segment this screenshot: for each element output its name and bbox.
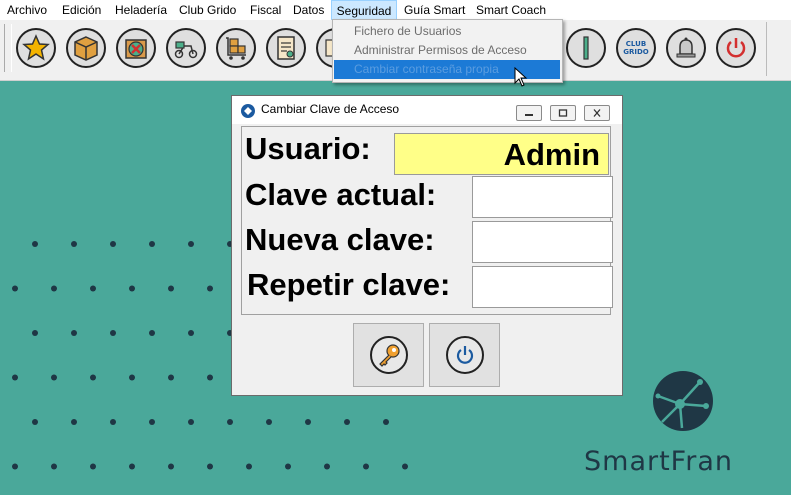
- menu-fiscal[interactable]: Fiscal: [246, 0, 285, 20]
- usuario-field: Admin: [394, 133, 609, 175]
- menu-bar: Archivo Edición Heladería Club Grido Fis…: [0, 0, 791, 21]
- key-icon: [378, 344, 400, 367]
- close-icon: [593, 109, 601, 117]
- close-button[interactable]: [584, 105, 610, 121]
- cancel-box-button[interactable]: [116, 28, 156, 68]
- menu-seguridad[interactable]: Seguridad: [331, 0, 397, 20]
- menu-guia-smart[interactable]: Guía Smart: [400, 0, 469, 20]
- toolbar-separator: [766, 22, 767, 76]
- menu-datos[interactable]: Datos: [289, 0, 328, 20]
- cancel-box-icon: [125, 39, 147, 59]
- notifications-button[interactable]: [666, 28, 706, 68]
- nueva-clave-input[interactable]: [472, 221, 613, 263]
- invoice-button[interactable]: [266, 28, 306, 68]
- star-button[interactable]: [16, 28, 56, 68]
- nueva-clave-label: Nueva clave:: [245, 222, 435, 257]
- bell-icon: [676, 37, 696, 58]
- seguridad-dropdown: Fichero de Usuarios Administrar Permisos…: [332, 19, 563, 83]
- boxes-cart-icon: [226, 37, 246, 60]
- delivery-scooter-icon: [174, 41, 198, 59]
- repetir-clave-input[interactable]: [472, 266, 613, 308]
- mouse-cursor-icon: [514, 67, 528, 87]
- usuario-label: Usuario:: [245, 131, 371, 166]
- exit-button[interactable]: [716, 28, 756, 68]
- menu-heladeria[interactable]: Heladería: [111, 0, 171, 20]
- app-icon: [241, 104, 255, 118]
- bar-button[interactable]: [566, 28, 606, 68]
- club-label-line1: CLUB: [625, 40, 647, 48]
- bar-icon: [583, 36, 589, 60]
- change-password-dialog: Cambiar Clave de Acceso Usuario: Admin C…: [231, 95, 623, 396]
- minimize-button[interactable]: [516, 105, 542, 121]
- dialog-title: Cambiar Clave de Acceso: [261, 102, 400, 116]
- box-button[interactable]: [66, 28, 106, 68]
- menu-smart-coach[interactable]: Smart Coach: [472, 0, 550, 20]
- menu-item-administrar-permisos[interactable]: Administrar Permisos de Acceso: [334, 41, 560, 60]
- key-icon-circle: [369, 336, 408, 374]
- delivery-button[interactable]: [166, 28, 206, 68]
- box-icon: [74, 36, 98, 61]
- invoice-icon: [277, 36, 295, 60]
- maximize-button[interactable]: [550, 105, 576, 121]
- power-icon: [726, 38, 746, 58]
- inventory-cart-button[interactable]: [216, 28, 256, 68]
- menu-edicion[interactable]: Edición: [58, 0, 105, 20]
- maximize-icon: [558, 109, 568, 117]
- brand-name: SmartFran: [584, 446, 733, 477]
- star-icon: [22, 34, 50, 61]
- minimize-icon: [525, 114, 533, 116]
- credentials-panel: Usuario: Admin Clave actual: Nueva clave…: [241, 126, 613, 315]
- club-grido-icon: CLUB GRIDO: [623, 40, 649, 56]
- dialog-titlebar[interactable]: Cambiar Clave de Acceso: [232, 96, 622, 124]
- clave-actual-label: Clave actual:: [245, 177, 437, 212]
- menu-item-fichero-usuarios[interactable]: Fichero de Usuarios: [334, 22, 560, 41]
- club-label-line2: GRIDO: [623, 48, 649, 56]
- club-grido-button[interactable]: CLUB GRIDO: [616, 28, 656, 68]
- menu-club-grido[interactable]: Club Grido: [175, 0, 240, 20]
- power-icon: [456, 346, 473, 364]
- smartfran-logo-icon: [653, 371, 713, 431]
- repetir-clave-label: Repetir clave:: [247, 267, 451, 302]
- menu-archivo[interactable]: Archivo: [3, 0, 51, 20]
- power-icon-circle: [445, 336, 484, 374]
- toolbar-grip[interactable]: [4, 24, 12, 72]
- exit-dialog-button[interactable]: [429, 323, 500, 387]
- clave-actual-input[interactable]: [472, 176, 613, 218]
- confirm-key-button[interactable]: [353, 323, 424, 387]
